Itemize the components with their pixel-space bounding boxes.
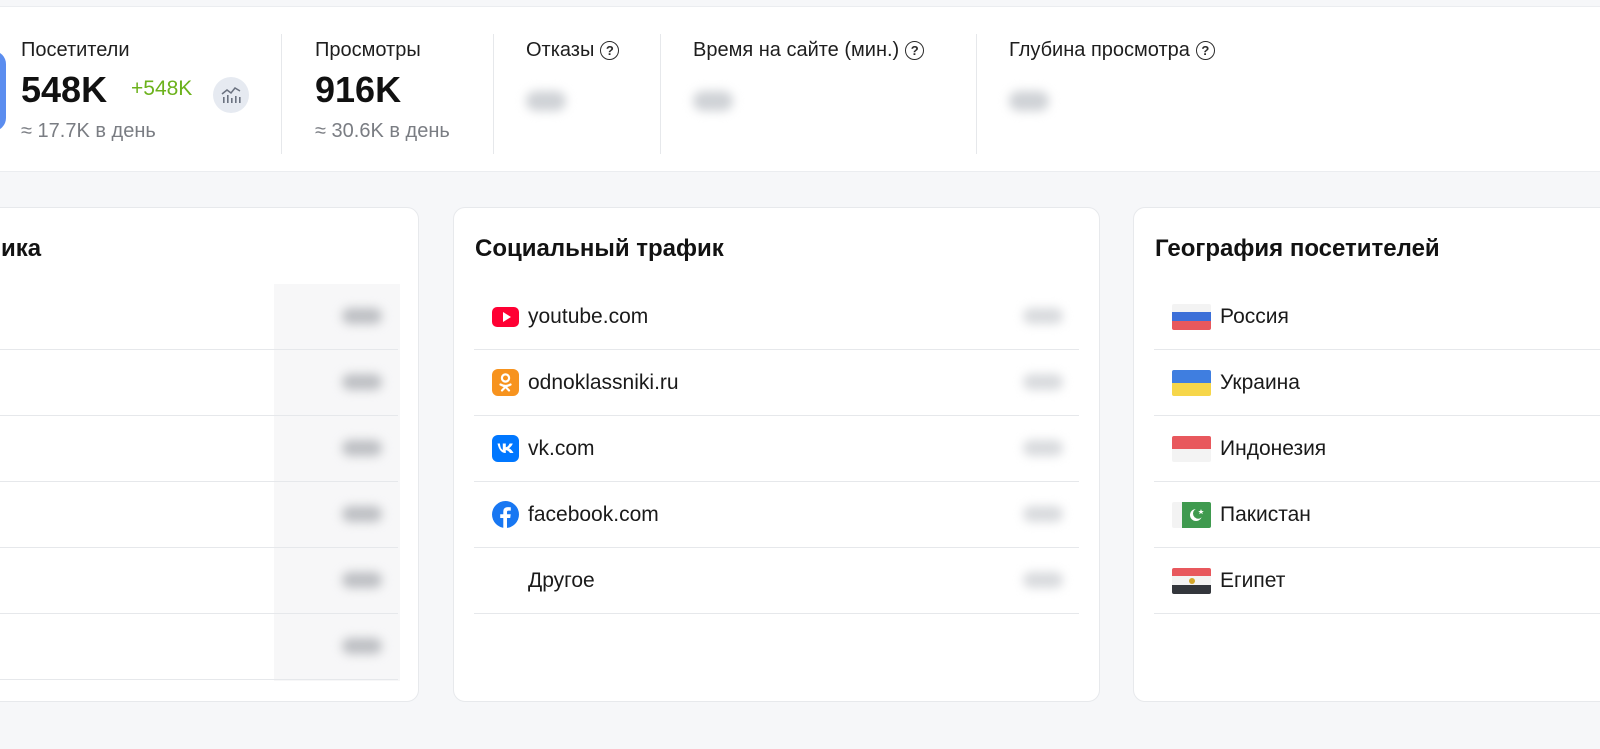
row-value-hidden xyxy=(1023,506,1063,522)
divider xyxy=(976,34,977,154)
visitors-per-day: ≈ 17.7K в день xyxy=(21,120,156,142)
row-label: Египет xyxy=(1220,568,1286,592)
row-label: Индонезия xyxy=(1220,436,1327,460)
card-left-title-text: ика xyxy=(1,235,42,262)
stat-time-on-site: Время на сайте (мин.) ? xyxy=(693,7,973,173)
stats-bar: Посетители 548K +548K ≈ 17.7K в день Про… xyxy=(0,6,1600,172)
time-on-site-label: Время на сайте (мин.) ? xyxy=(693,39,925,62)
row-label: Другое xyxy=(528,568,595,592)
card-left-title: ика xyxy=(1,235,41,263)
row-value-hidden xyxy=(342,506,382,522)
time-on-site-value-hidden xyxy=(693,91,733,111)
visitors-label: Посетители xyxy=(21,39,130,61)
divider xyxy=(493,34,494,154)
views-label: Просмотры xyxy=(315,39,421,61)
bounces-label-text: Отказы xyxy=(526,39,595,61)
divider xyxy=(660,34,661,154)
divider xyxy=(281,34,282,154)
row-value-hidden xyxy=(1023,308,1063,324)
row-label: Россия xyxy=(1220,304,1289,328)
egypt-flag-icon xyxy=(1172,567,1211,594)
help-icon[interactable]: ? xyxy=(905,41,925,60)
stat-depth: Глубина просмотра ? xyxy=(1009,7,1269,173)
stat-views: Просмотры 916K ≈ 30.6K в день xyxy=(315,7,485,173)
card-social-traffic: Социальный трафик youtube.com odnoklassn… xyxy=(453,207,1100,702)
pakistan-flag-icon xyxy=(1172,501,1211,528)
views-value: 916K xyxy=(315,69,402,110)
bar-chart-icon xyxy=(221,87,241,103)
page: Посетители 548K +548K ≈ 17.7K в день Про… xyxy=(0,0,1600,749)
depth-label-text: Глубина просмотра xyxy=(1009,39,1190,61)
row-label: facebook.com xyxy=(528,502,659,526)
card-geo-title: География посетителей xyxy=(1155,235,1440,262)
row-value-hidden xyxy=(342,440,382,456)
visitors-delta: +548K xyxy=(131,77,193,100)
facebook-icon xyxy=(492,501,519,528)
geo-row-russia[interactable]: Россия xyxy=(1154,284,1600,350)
visitors-accent xyxy=(0,51,6,131)
list-item[interactable] xyxy=(0,284,398,350)
indonesia-flag-icon xyxy=(1172,435,1211,462)
geo-row-ukraine[interactable]: Украина xyxy=(1154,350,1600,416)
row-value-hidden xyxy=(342,374,382,390)
depth-label: Глубина просмотра ? xyxy=(1009,39,1215,62)
row-label: youtube.com xyxy=(528,304,649,328)
social-row-odnoklassniki[interactable]: odnoklassniki.ru xyxy=(474,350,1079,416)
social-row-vk[interactable]: vk.com xyxy=(474,416,1079,482)
social-row-facebook[interactable]: facebook.com xyxy=(474,482,1079,548)
list-item[interactable] xyxy=(0,482,398,548)
list-item[interactable]: и xyxy=(0,350,398,416)
row-value-hidden xyxy=(1023,374,1063,390)
geo-row-pakistan[interactable]: Пакистан xyxy=(1154,482,1600,548)
row-value-hidden xyxy=(1023,440,1063,456)
youtube-icon xyxy=(492,303,519,330)
row-value-hidden xyxy=(1023,572,1063,588)
row-value-hidden xyxy=(342,308,382,324)
trend-chart-button[interactable] xyxy=(213,77,249,113)
bounces-value-hidden xyxy=(526,91,566,111)
row-label: Украина xyxy=(1220,370,1300,394)
odnoklassniki-icon xyxy=(492,369,519,396)
ukraine-flag-icon xyxy=(1172,369,1211,396)
card-geography: География посетителей Россия Украина Инд… xyxy=(1133,207,1600,702)
row-value-hidden xyxy=(342,638,382,654)
visitors-value: 548K xyxy=(21,69,108,110)
help-icon[interactable]: ? xyxy=(600,41,620,60)
depth-value-hidden xyxy=(1009,91,1049,111)
card-social-title: Социальный трафик xyxy=(475,235,724,262)
row-label: vk.com xyxy=(528,436,595,460)
time-on-site-label-text: Время на сайте (мин.) xyxy=(693,39,900,61)
russia-flag-icon xyxy=(1172,303,1211,330)
views-per-day: ≈ 30.6K в день xyxy=(315,120,450,142)
stat-bounces: Отказы ? xyxy=(526,7,656,173)
card-left: ика и ы а xyxy=(0,207,419,702)
row-value-hidden xyxy=(342,572,382,588)
bounces-label: Отказы ? xyxy=(526,39,620,62)
row-label: Пакистан xyxy=(1220,502,1311,526)
vk-icon xyxy=(492,435,519,462)
social-row-youtube[interactable]: youtube.com xyxy=(474,284,1079,350)
list-item[interactable]: ы xyxy=(0,548,398,614)
stat-visitors: Посетители 548K +548K ≈ 17.7K в день xyxy=(21,7,281,173)
list-item[interactable] xyxy=(0,416,398,482)
geo-row-egypt[interactable]: Египет xyxy=(1154,548,1600,614)
list-item[interactable]: а xyxy=(0,614,398,680)
help-icon[interactable]: ? xyxy=(1195,41,1215,60)
row-label: odnoklassniki.ru xyxy=(528,370,679,394)
social-row-other[interactable]: Другое xyxy=(474,548,1079,614)
geo-row-indonesia[interactable]: Индонезия xyxy=(1154,416,1600,482)
